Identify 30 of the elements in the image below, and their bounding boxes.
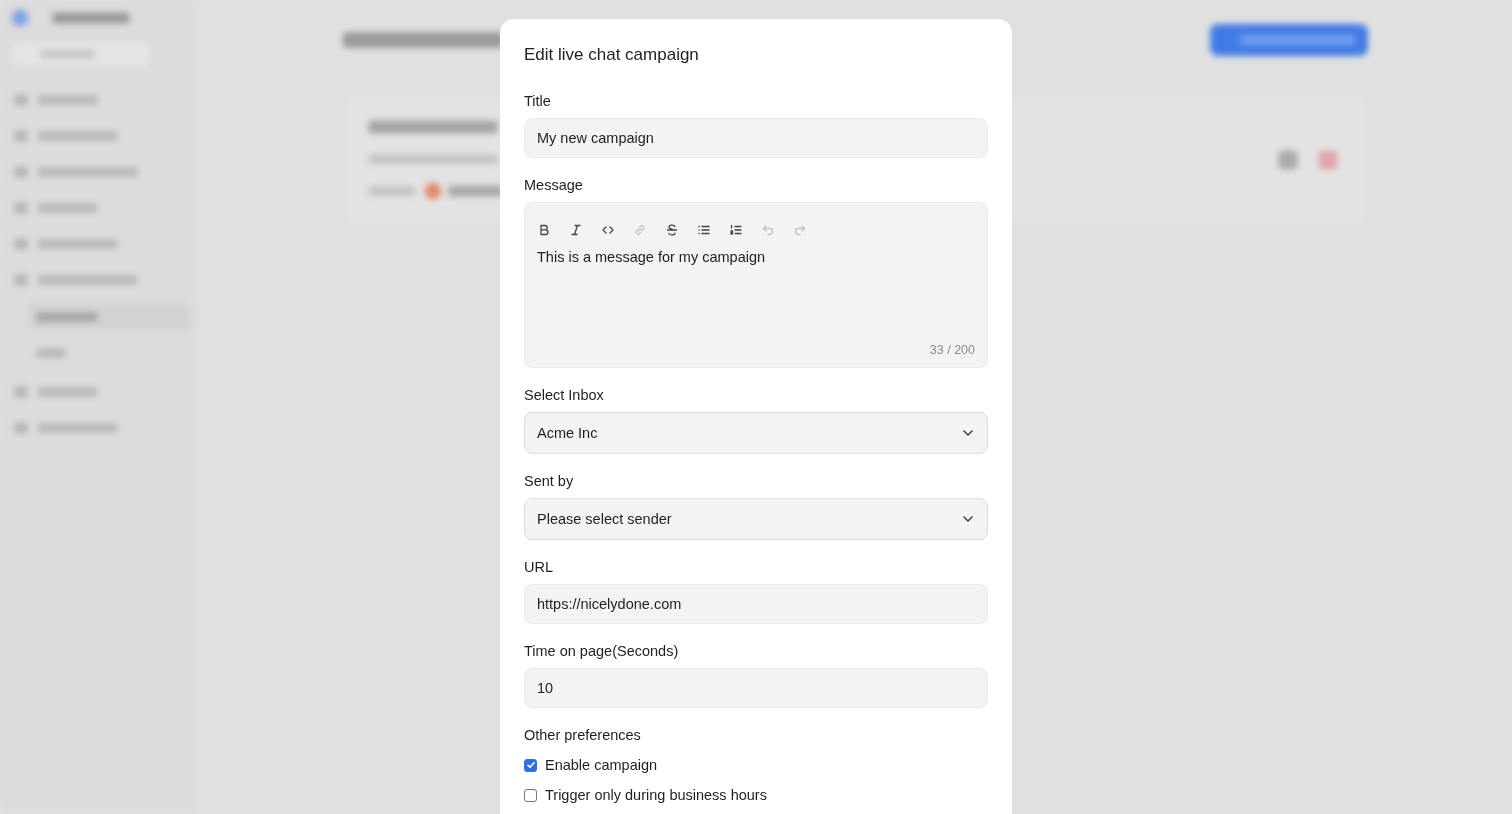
chevron-down-icon (963, 430, 973, 436)
checkbox[interactable] (524, 788, 537, 802)
strike-icon[interactable] (665, 223, 679, 237)
field-label: Sent by (524, 472, 575, 491)
field-label: Title (524, 92, 552, 111)
field-label: Select Inbox (524, 386, 605, 405)
select-value: Please select sender (537, 511, 672, 527)
message-editor[interactable]: This is a message for my campaign 33 / 200 (524, 202, 988, 368)
character-count: 33 / 200 (929, 343, 975, 357)
message-text: This is a message for my campaign (537, 248, 767, 267)
check-icon (525, 760, 536, 770)
select-dropdown[interactable]: Please select sender (524, 498, 988, 540)
chevron-down-icon (963, 516, 973, 522)
field-label: URL (524, 558, 554, 577)
italic-icon[interactable] (569, 223, 583, 237)
text-field[interactable]: 10 (524, 668, 988, 708)
bold-icon[interactable] (537, 223, 551, 237)
checkbox[interactable] (524, 758, 537, 772)
field-label: Other preferences (524, 726, 642, 745)
field-label: Message (524, 176, 584, 195)
text-field[interactable]: My new campaign (524, 118, 988, 158)
select-dropdown[interactable]: Acme Inc (524, 412, 988, 454)
select-value: Acme Inc (537, 425, 598, 441)
text-field[interactable]: https://nicelydone.com (524, 584, 988, 624)
checkbox-label: Trigger only during business hours (545, 786, 767, 805)
checkbox-label: Enable campaign (545, 756, 658, 775)
dialog-title: Edit live chat campaign (524, 44, 700, 66)
field-label: Time on page(Seconds) (524, 642, 680, 661)
ordered-list-icon[interactable] (729, 223, 743, 237)
bullet-list-icon[interactable] (697, 223, 711, 237)
